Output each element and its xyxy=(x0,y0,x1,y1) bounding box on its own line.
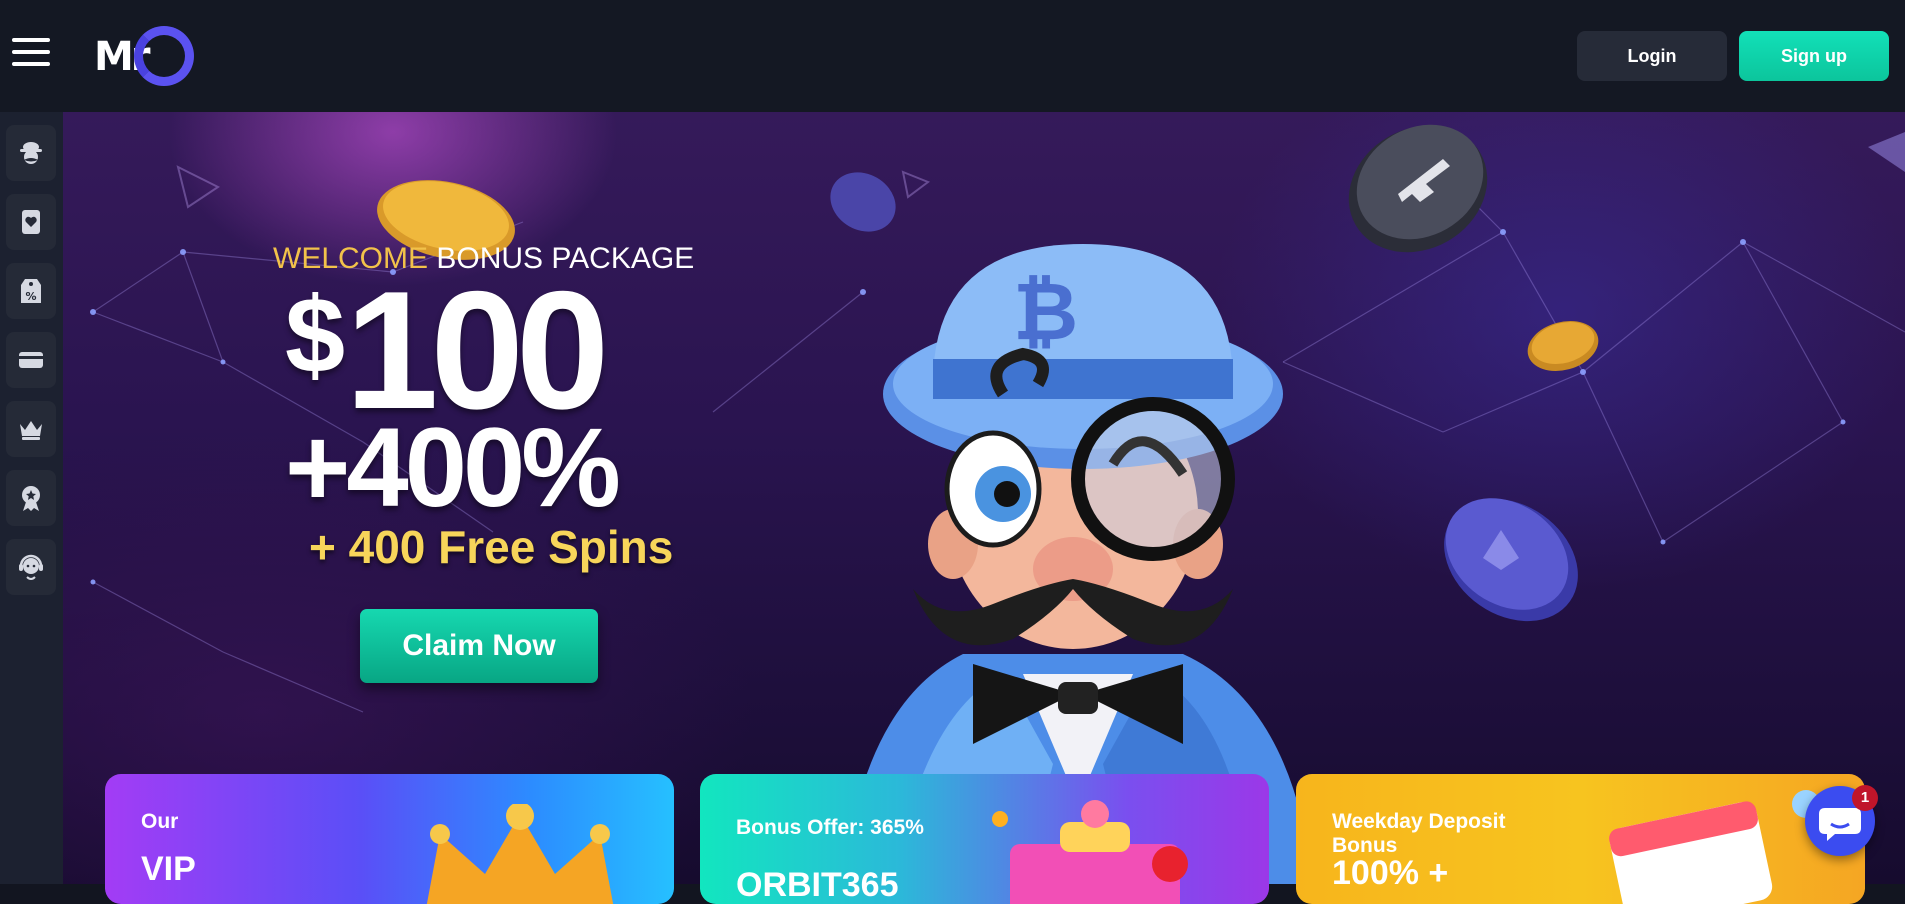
sidebar-item-support[interactable] xyxy=(6,539,56,595)
award-badge-icon xyxy=(22,486,40,511)
claim-now-button[interactable]: Claim Now xyxy=(360,609,598,683)
chat-notification-badge: 1 xyxy=(1852,785,1878,811)
ethereum-coin-icon xyxy=(1444,498,1578,622)
logo-ring-icon xyxy=(134,26,194,86)
bonus-percent: +400% xyxy=(285,405,621,530)
top-bar: Mr Login Sign up xyxy=(0,0,1905,112)
promo-card-small-text: Our xyxy=(141,810,179,833)
promo-card-big-text: 100% + xyxy=(1332,854,1449,892)
hamburger-menu-icon[interactable] xyxy=(12,38,50,70)
promo-card-small-text: Weekday Deposit xyxy=(1332,810,1506,833)
free-spins-text: + 400 Free Spins xyxy=(309,521,674,573)
promo-card-vip[interactable]: Our VIP xyxy=(105,774,674,904)
credit-card-icon xyxy=(19,352,43,368)
small-purple-coin-icon xyxy=(830,172,896,232)
support-agent-icon xyxy=(19,554,43,580)
promo-card-small-text: Bonus Offer: 365% xyxy=(736,816,924,839)
sidebar-item-mr-o[interactable] xyxy=(6,125,56,181)
silver-coin-icon xyxy=(1348,124,1488,253)
sidebar-item-promotions[interactable]: % xyxy=(6,263,56,319)
crown-icon xyxy=(20,421,42,440)
gift-illustration xyxy=(992,800,1188,904)
promo-card-big-text: ORBIT365 xyxy=(736,866,899,904)
sidebar-item-casino[interactable] xyxy=(6,194,56,250)
crown-illustration xyxy=(426,804,614,904)
promo-card-orbit365[interactable]: Bonus Offer: 365% ORBIT365 xyxy=(700,774,1269,904)
promo-card-weekday-deposit[interactable]: Weekday Deposit Bonus 100% + xyxy=(1296,774,1865,904)
sidebar-item-vip[interactable] xyxy=(6,401,56,457)
login-button[interactable]: Login xyxy=(1577,31,1727,81)
playing-card-icon xyxy=(22,210,40,234)
small-gold-coin-icon xyxy=(1527,321,1599,371)
sidebar-item-payments[interactable] xyxy=(6,332,56,388)
svg-text:₿: ₿ xyxy=(1013,265,1078,358)
calendar-illustration xyxy=(1609,790,1820,904)
mr-o-avatar-icon xyxy=(20,142,42,164)
site-logo[interactable]: Mr xyxy=(94,26,194,88)
hero-banner: ₿ WELCOME BONUS PACKAGE $100 +400% + 400… xyxy=(63,112,1905,884)
dollar-sign: $ xyxy=(285,274,346,395)
sidebar: % xyxy=(0,112,63,884)
svg-text:%: % xyxy=(25,290,36,303)
promo-card-big-text: VIP xyxy=(141,850,196,888)
signup-button[interactable]: Sign up xyxy=(1739,31,1889,81)
sidebar-item-rewards[interactable] xyxy=(6,470,56,526)
promotion-tag-icon: % xyxy=(21,279,41,303)
